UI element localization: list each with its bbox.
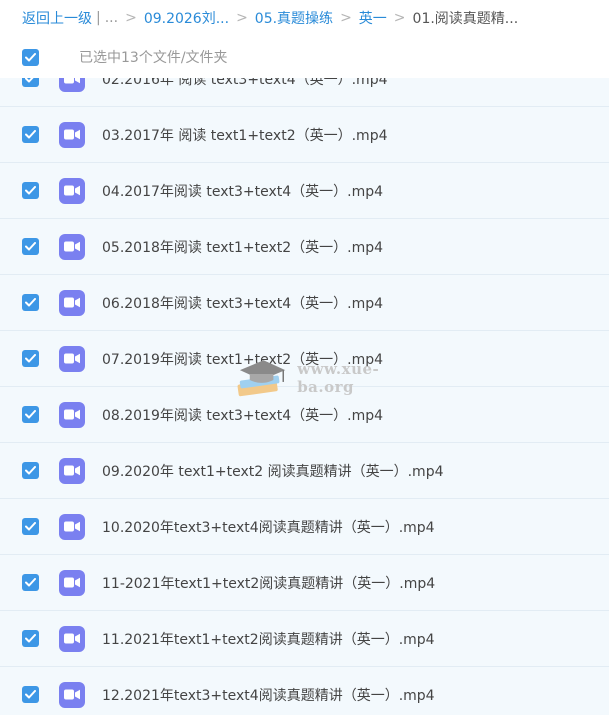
file-list[interactable]: 02.2016年 阅读 text3+text4（英一）.mp4 03.2017年 … xyxy=(0,78,609,715)
video-file-icon xyxy=(59,289,85,316)
file-row[interactable]: 02.2016年 阅读 text3+text4（英一）.mp4 xyxy=(0,78,609,107)
breadcrumb-item-practice[interactable]: 05.真题操练 xyxy=(255,8,333,28)
file-checkbox[interactable] xyxy=(22,126,39,143)
file-checkbox[interactable] xyxy=(22,630,39,647)
file-row[interactable]: 05.2018年阅读 text1+text2（英一）.mp4 xyxy=(0,219,609,275)
file-row[interactable]: 10.2020年text3+text4阅读真题精讲（英一）.mp4 xyxy=(0,499,609,555)
file-row[interactable]: 07.2019年阅读 text1+text2（英一）.mp4 xyxy=(0,331,609,387)
file-checkbox[interactable] xyxy=(22,406,39,423)
file-checkbox[interactable] xyxy=(22,518,39,535)
video-file-icon xyxy=(59,457,85,484)
chevron-right-icon: > xyxy=(393,10,406,26)
file-checkbox[interactable] xyxy=(22,350,39,367)
checkmark-icon xyxy=(25,690,36,699)
file-name[interactable]: 08.2019年阅读 text3+text4（英一）.mp4 xyxy=(102,405,383,425)
file-checkbox[interactable] xyxy=(22,462,39,479)
file-name[interactable]: 06.2018年阅读 text3+text4（英一）.mp4 xyxy=(102,293,383,313)
video-file-icon xyxy=(59,345,85,372)
video-file-icon xyxy=(59,78,85,92)
file-checkbox[interactable] xyxy=(22,686,39,703)
file-name[interactable]: 11.2021年text1+text2阅读真题精讲（英一）.mp4 xyxy=(102,629,435,649)
file-row[interactable]: 11.2021年text1+text2阅读真题精讲（英一）.mp4 xyxy=(0,611,609,667)
checkmark-icon xyxy=(25,634,36,643)
file-name[interactable]: 02.2016年 阅读 text3+text4（英一）.mp4 xyxy=(102,78,387,89)
selection-bar: 已选中13个文件/文件夹 xyxy=(0,36,609,78)
file-name[interactable]: 11-2021年text1+text2阅读真题精讲（英一）.mp4 xyxy=(102,573,435,593)
checkmark-icon xyxy=(25,242,36,251)
file-name[interactable]: 09.2020年 text1+text2 阅读真题精讲（英一）.mp4 xyxy=(102,461,443,481)
checkmark-icon xyxy=(25,186,36,195)
file-list-rows: 02.2016年 阅读 text3+text4（英一）.mp4 03.2017年 … xyxy=(0,78,609,715)
file-checkbox[interactable] xyxy=(22,182,39,199)
checkmark-icon xyxy=(25,298,36,307)
file-checkbox[interactable] xyxy=(22,574,39,591)
checkmark-icon xyxy=(25,410,36,419)
file-row[interactable]: 11-2021年text1+text2阅读真题精讲（英一）.mp4 xyxy=(0,555,609,611)
file-checkbox[interactable] xyxy=(22,78,39,87)
breadcrumb-divider: | xyxy=(96,10,101,26)
file-name[interactable]: 03.2017年 阅读 text1+text2（英一）.mp4 xyxy=(102,125,387,145)
file-checkbox[interactable] xyxy=(22,294,39,311)
checkmark-icon xyxy=(25,130,36,139)
breadcrumb-item-english-one[interactable]: 英一 xyxy=(359,8,387,28)
breadcrumb: 返回上一级 | ... > 09.2026刘... > 05.真题操练 > 英一… xyxy=(0,0,609,36)
selection-count: 已选中13个文件/文件夹 xyxy=(79,50,228,66)
file-name[interactable]: 04.2017年阅读 text3+text4（英一）.mp4 xyxy=(102,181,383,201)
checkmark-icon xyxy=(25,78,34,83)
checkmark-icon xyxy=(25,354,36,363)
checkmark-icon xyxy=(25,578,36,587)
checkmark-icon xyxy=(25,466,36,475)
video-file-icon xyxy=(59,681,85,708)
file-row[interactable]: 08.2019年阅读 text3+text4（英一）.mp4 xyxy=(0,387,609,443)
checkmark-icon xyxy=(25,522,36,531)
file-checkbox[interactable] xyxy=(22,238,39,255)
video-file-icon xyxy=(59,177,85,204)
file-row[interactable]: 12.2021年text3+text4阅读真题精讲（英一）.mp4 xyxy=(0,667,609,715)
chevron-right-icon: > xyxy=(125,10,137,26)
video-file-icon xyxy=(59,401,85,428)
video-file-icon xyxy=(59,513,85,540)
breadcrumb-item-course[interactable]: 09.2026刘... xyxy=(144,8,229,28)
breadcrumb-ellipsis[interactable]: ... xyxy=(105,10,118,26)
file-row[interactable]: 04.2017年阅读 text3+text4（英一）.mp4 xyxy=(0,163,609,219)
checkmark-icon xyxy=(25,52,36,61)
video-file-icon xyxy=(59,569,85,596)
file-row[interactable]: 03.2017年 阅读 text1+text2（英一）.mp4 xyxy=(0,107,609,163)
select-all-checkbox[interactable] xyxy=(22,48,39,66)
breadcrumb-current: 01.阅读真题精... xyxy=(412,11,519,27)
video-file-icon xyxy=(59,121,85,148)
file-name[interactable]: 07.2019年阅读 text1+text2（英一）.mp4 xyxy=(102,349,383,369)
file-row[interactable]: 06.2018年阅读 text3+text4（英一）.mp4 xyxy=(0,275,609,331)
file-row[interactable]: 09.2020年 text1+text2 阅读真题精讲（英一）.mp4 xyxy=(0,443,609,499)
chevron-right-icon: > xyxy=(236,10,248,26)
file-name[interactable]: 05.2018年阅读 text1+text2（英一）.mp4 xyxy=(102,237,383,257)
video-file-icon xyxy=(59,233,85,260)
file-name[interactable]: 10.2020年text3+text4阅读真题精讲（英一）.mp4 xyxy=(102,517,435,537)
video-file-icon xyxy=(59,625,85,652)
file-name[interactable]: 12.2021年text3+text4阅读真题精讲（英一）.mp4 xyxy=(102,685,435,705)
back-link[interactable]: 返回上一级 xyxy=(22,8,92,28)
chevron-right-icon: > xyxy=(340,10,352,26)
